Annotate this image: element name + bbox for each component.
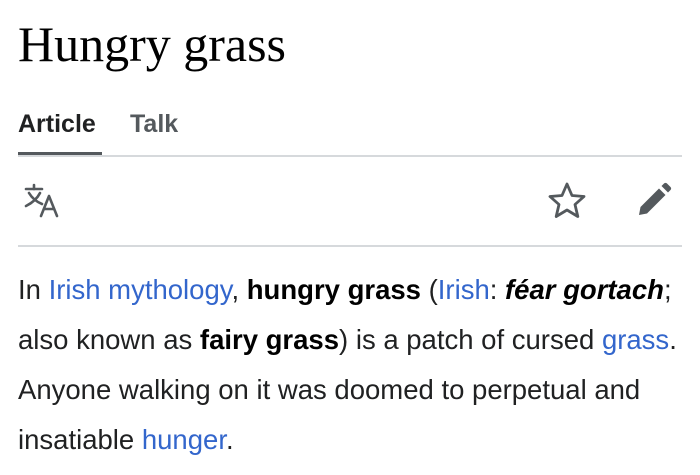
bold-term-fairy-grass: fairy grass [199, 324, 340, 355]
article-lead: In Irish mythology, hungry grass (Irish:… [18, 265, 682, 465]
link-grass[interactable]: grass [602, 324, 669, 355]
article-page: Hungry grass Article Talk In Irish mytho… [18, 0, 682, 475]
tab-article[interactable]: Article [18, 104, 102, 156]
edit-button[interactable] [630, 178, 676, 224]
text-segment: . [225, 424, 234, 455]
translate-icon [24, 183, 59, 218]
text-segment: ( [420, 274, 438, 305]
toolbar-divider [18, 245, 682, 247]
text-segment: ) is a patch of cursed [339, 324, 602, 355]
language-button[interactable] [20, 178, 66, 224]
bold-term-hungry-grass: hungry grass [246, 274, 421, 305]
text-segment: : [489, 274, 506, 305]
pencil-icon [639, 182, 672, 215]
irish-term-fear-gortach: féar gortach [505, 274, 664, 305]
star-icon [548, 182, 586, 218]
watch-button[interactable] [544, 178, 590, 224]
link-hunger[interactable]: hunger [142, 424, 226, 455]
text-segment: In [18, 274, 49, 305]
page-actions-toolbar [18, 160, 682, 244]
tabs-divider [18, 155, 682, 157]
namespace-tabs: Article Talk [18, 104, 682, 158]
link-irish[interactable]: Irish [438, 274, 490, 305]
tab-talk[interactable]: Talk [130, 104, 184, 156]
link-irish-mythology[interactable]: Irish mythology [49, 274, 232, 305]
lead-paragraph: In Irish mythology, hungry grass (Irish:… [18, 265, 682, 465]
text-segment: , [231, 274, 247, 305]
page-title: Hungry grass [18, 16, 287, 72]
